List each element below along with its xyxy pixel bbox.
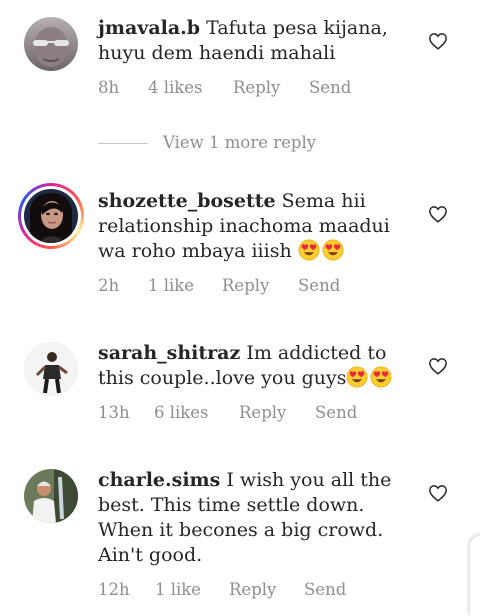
comment-time: 2h — [98, 276, 120, 295]
comment-username[interactable]: jmavala.b — [98, 17, 200, 39]
like-heart-icon[interactable] — [428, 32, 448, 50]
send-button[interactable]: Send — [315, 403, 357, 422]
send-button[interactable]: Send — [298, 276, 340, 295]
divider-line — [98, 143, 148, 144]
like-heart-icon[interactable] — [428, 484, 448, 502]
comment-text: jmavala.b Tafuta pesa kijana, huyu dem h… — [98, 16, 418, 66]
heart-eyes-emoji — [346, 366, 368, 388]
comment-username[interactable]: sarah_shitraz — [98, 342, 240, 364]
heart-eyes-emoji — [322, 239, 344, 261]
overlay-edge-panel — [470, 536, 480, 616]
send-button[interactable]: Send — [304, 580, 346, 599]
comment-time: 12h — [98, 580, 130, 599]
comment-likes-count[interactable]: 4 likes — [148, 78, 203, 97]
heart-eyes-emoji — [370, 366, 392, 388]
heart-eyes-emoji — [298, 239, 320, 261]
avatar[interactable] — [24, 342, 78, 396]
comment-username[interactable]: charle.sims — [98, 469, 220, 491]
reply-button[interactable]: Reply — [239, 403, 286, 422]
avatar[interactable] — [24, 17, 78, 71]
comment-time: 13h — [98, 403, 130, 422]
like-heart-icon[interactable] — [428, 357, 448, 375]
reply-button[interactable]: Reply — [222, 276, 269, 295]
comment-text: shozette_bosette Sema hii relationship i… — [98, 189, 418, 264]
reply-button[interactable]: Reply — [229, 580, 276, 599]
comment-time: 8h — [98, 78, 120, 97]
avatar[interactable] — [24, 189, 78, 243]
comment-username[interactable]: shozette_bosette — [98, 190, 276, 212]
comment-likes-count[interactable]: 6 likes — [154, 403, 209, 422]
comment-likes-count[interactable]: 1 like — [155, 580, 201, 599]
send-button[interactable]: Send — [309, 78, 351, 97]
comment-text: charle.sims I wish you all the best. Thi… — [98, 468, 418, 568]
reply-button[interactable]: Reply — [233, 78, 280, 97]
like-heart-icon[interactable] — [428, 205, 448, 223]
comment-likes-count[interactable]: 1 like — [148, 276, 194, 295]
view-more-replies-label[interactable]: View 1 more reply — [163, 133, 316, 152]
avatar[interactable] — [24, 469, 78, 523]
comment-text: sarah_shitraz Im addicted to this couple… — [98, 341, 418, 391]
